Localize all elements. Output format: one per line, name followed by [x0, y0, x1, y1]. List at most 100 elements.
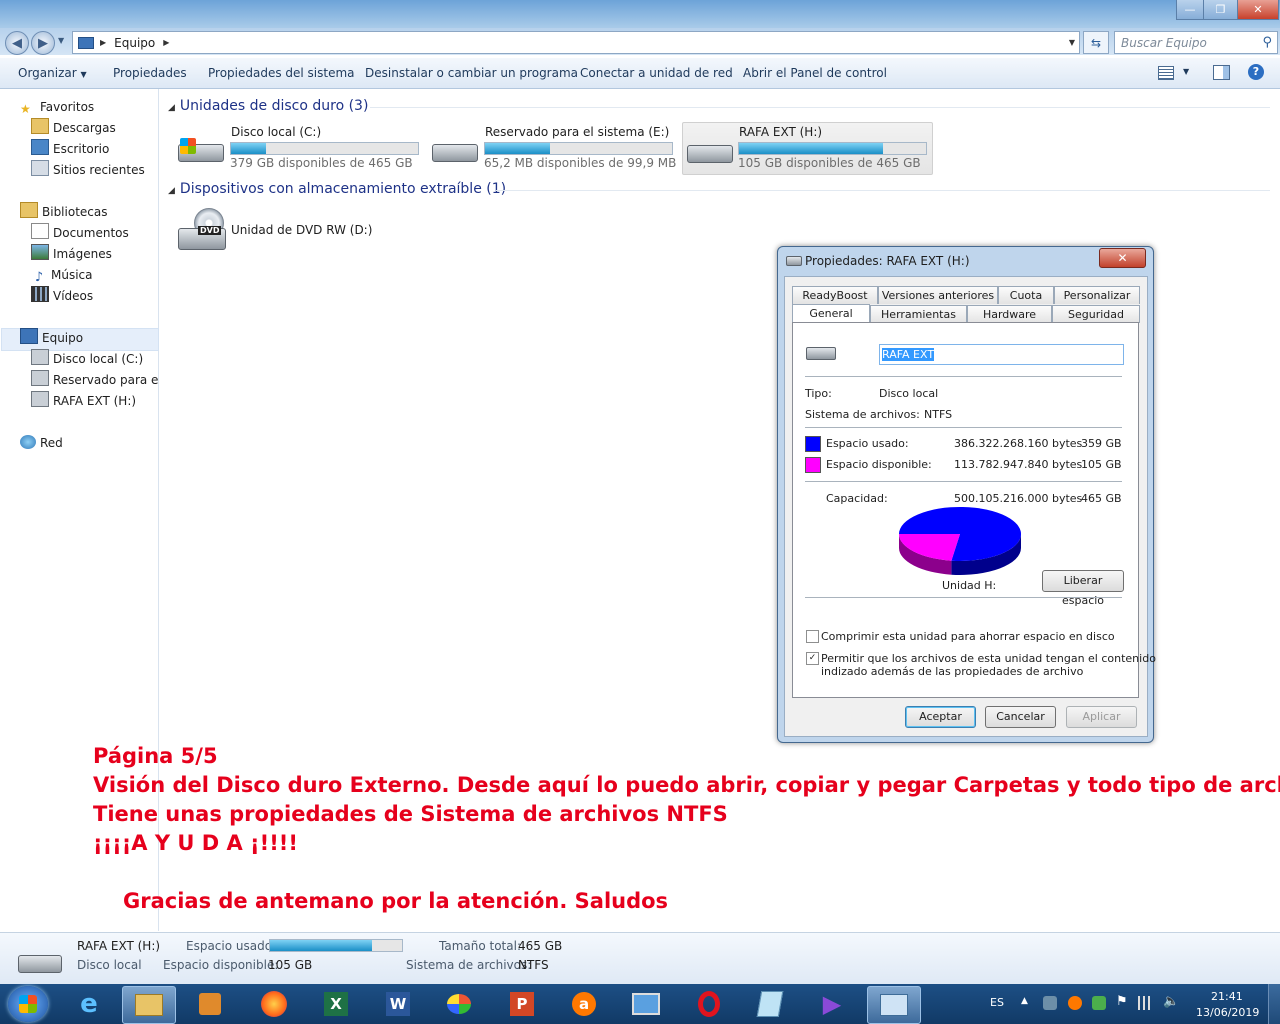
details-total-value: 465 GB: [518, 939, 563, 953]
nav-documents-label: Documentos: [53, 226, 129, 240]
tab-tools[interactable]: Herramientas: [870, 305, 967, 323]
view-options-icon[interactable]: [1158, 66, 1174, 80]
drive-item-h[interactable]: RAFA EXT (H:) 105 GB disponibles de 465 …: [682, 122, 933, 175]
forward-button[interactable]: ▶: [31, 31, 55, 55]
dialog-close-button[interactable]: ✕: [1099, 248, 1146, 268]
show-hidden-icons[interactable]: ▲: [1021, 996, 1028, 1006]
nav-desktop[interactable]: Escritorio: [31, 139, 109, 159]
nav-videos[interactable]: Vídeos: [31, 286, 93, 306]
help-icon[interactable]: ?: [1248, 64, 1264, 80]
control-panel-taskbar-button[interactable]: [867, 986, 921, 1024]
organize-button[interactable]: Organizar ▼: [18, 58, 87, 88]
excel-taskbar-button[interactable]: X: [310, 986, 362, 1022]
remote-desktop-taskbar-button[interactable]: [620, 986, 672, 1022]
nav-desktop-label: Escritorio: [53, 142, 110, 156]
collapse-triangle-icon[interactable]: ◢: [168, 186, 175, 196]
tab-hardware[interactable]: Hardware: [967, 305, 1052, 323]
tab-readyboost[interactable]: ReadyBoost: [792, 286, 878, 304]
drive-name-value: RAFA EXT: [882, 348, 935, 361]
address-dropdown-icon[interactable]: ▼: [1069, 38, 1075, 47]
refresh-button[interactable]: ⇆: [1083, 31, 1109, 54]
language-indicator[interactable]: ES: [990, 996, 1004, 1009]
clock-time[interactable]: 21:41: [1211, 990, 1243, 1003]
show-desktop-button[interactable]: [1268, 984, 1280, 1024]
notes-taskbar-button[interactable]: [744, 986, 796, 1022]
nav-rafa-ext[interactable]: RAFA EXT (H:): [31, 391, 136, 411]
clock-date[interactable]: 13/06/2019: [1196, 1006, 1259, 1019]
cancel-button[interactable]: Cancelar: [985, 706, 1056, 728]
nav-music-label: Música: [51, 268, 93, 282]
paint-taskbar-button[interactable]: [433, 986, 485, 1022]
tab-quota[interactable]: Cuota: [998, 286, 1054, 304]
minimize-button[interactable]: —: [1176, 0, 1204, 20]
nav-computer-label: Equipo: [42, 331, 84, 345]
powerpoint-taskbar-button[interactable]: P: [496, 986, 548, 1022]
nav-downloads[interactable]: Descargas: [31, 118, 116, 138]
tray-app-icon[interactable]: [1043, 996, 1057, 1010]
compress-checkbox[interactable]: [806, 630, 819, 643]
nav-images[interactable]: Imágenes: [31, 244, 112, 264]
drive-item-e[interactable]: Reservado para el sistema (E:) 65,2 MB d…: [430, 122, 680, 174]
media-app-taskbar-button[interactable]: ▶: [806, 986, 858, 1022]
nav-reserved-drive[interactable]: Reservado para el sis: [31, 370, 158, 390]
nav-videos-label: Vídeos: [53, 289, 94, 303]
collapse-triangle-icon[interactable]: ◢: [168, 103, 175, 113]
network-signal-icon[interactable]: [1138, 996, 1154, 1010]
avast-taskbar-button[interactable]: a: [558, 986, 610, 1022]
address-bar[interactable]: ▶ Equipo ▶ ▼: [72, 31, 1080, 54]
drive-letter-label: Unidad H:: [942, 579, 997, 592]
properties-button[interactable]: Propiedades: [113, 58, 187, 88]
disk-cleanup-button[interactable]: Liberar espacio: [1042, 570, 1124, 607]
start-button[interactable]: [8, 986, 48, 1022]
opera-taskbar-button[interactable]: [683, 986, 735, 1022]
back-button[interactable]: ◀: [5, 31, 29, 55]
removable-group-header[interactable]: ◢ Dispositivos con almacenamiento extraíb…: [168, 181, 506, 197]
avast-tray-icon[interactable]: [1068, 996, 1082, 1010]
index-label-line2: indizado además de las propiedades de ar…: [821, 665, 1084, 678]
nav-documents[interactable]: Documentos: [31, 223, 129, 243]
breadcrumb-chevron-icon[interactable]: ▶: [163, 38, 169, 47]
apply-button[interactable]: Aplicar: [1066, 706, 1137, 728]
chevron-down-icon[interactable]: ▼: [1183, 67, 1189, 76]
drive-name-input[interactable]: RAFA EXT: [879, 344, 1124, 365]
search-input[interactable]: Buscar Equipo: [1121, 36, 1207, 50]
windows-drive-icon: [178, 136, 224, 162]
tab-general[interactable]: General: [792, 304, 870, 324]
dvd-drive-item[interactable]: DVD Unidad de DVD RW (D:): [176, 206, 376, 256]
volume-icon[interactable]: 🔈: [1163, 994, 1179, 1009]
preview-pane-icon[interactable]: [1213, 65, 1230, 80]
breadcrumb-equipo[interactable]: Equipo: [114, 36, 155, 50]
maximize-button[interactable]: ❐: [1203, 0, 1238, 20]
system-properties-button[interactable]: Propiedades del sistema: [208, 58, 355, 88]
nav-favorites[interactable]: ★ Favoritos: [20, 97, 94, 117]
action-center-flag-icon[interactable]: ⚑: [1116, 994, 1128, 1009]
ok-button[interactable]: Aceptar: [905, 706, 976, 728]
nav-music[interactable]: ♪ Música: [31, 265, 93, 285]
close-button[interactable]: ✕: [1237, 0, 1279, 20]
free-label: Espacio disponible:: [826, 458, 932, 471]
media-player-taskbar-button[interactable]: [184, 986, 236, 1022]
nav-recent[interactable]: Sitios recientes: [31, 160, 145, 180]
nav-libraries[interactable]: Bibliotecas: [20, 202, 107, 222]
drive-item-c[interactable]: Disco local (C:) 379 GB disponibles de 4…: [176, 122, 426, 174]
word-taskbar-button[interactable]: W: [372, 986, 424, 1022]
search-box[interactable]: Buscar Equipo ⚲: [1114, 31, 1278, 54]
tab-security[interactable]: Seguridad: [1052, 305, 1140, 323]
avast-icon: a: [572, 992, 596, 1016]
nav-local-disk-c[interactable]: Disco local (C:): [31, 349, 143, 369]
drive-usage-bar: [230, 142, 419, 155]
ie-taskbar-button[interactable]: e: [63, 986, 115, 1022]
tray-app-icon[interactable]: [1092, 996, 1106, 1010]
nav-network[interactable]: Red: [20, 433, 63, 453]
index-checkbox[interactable]: ✓: [806, 652, 819, 665]
hdd-group-header[interactable]: ◢ Unidades de disco duro (3): [168, 98, 368, 114]
nav-computer[interactable]: Equipo: [20, 328, 83, 348]
uninstall-button[interactable]: Desinstalar o cambiar un programa: [365, 58, 578, 88]
control-panel-button[interactable]: Abrir el Panel de control: [743, 58, 887, 88]
tab-customize[interactable]: Personalizar: [1054, 286, 1140, 304]
tab-previous-versions[interactable]: Versiones anteriores: [878, 286, 998, 304]
history-dropdown-icon[interactable]: ▼: [58, 36, 64, 45]
firefox-taskbar-button[interactable]: [248, 986, 300, 1022]
map-network-drive-button[interactable]: Conectar a unidad de red: [580, 58, 733, 88]
explorer-taskbar-button[interactable]: [122, 986, 176, 1024]
